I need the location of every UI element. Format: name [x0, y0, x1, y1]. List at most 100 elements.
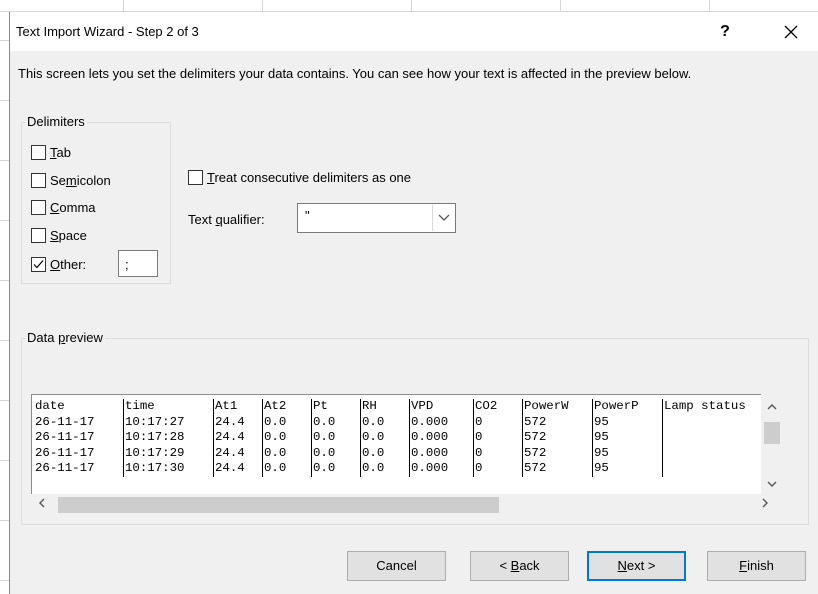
preview-cell: 0.0 — [312, 414, 361, 431]
preview-cell: RH — [361, 399, 410, 415]
horizontal-scroll-thumb[interactable] — [58, 497, 499, 513]
data-preview-label: Data preview — [25, 330, 105, 345]
preview-cell: 0.000 — [410, 430, 474, 446]
preview-cell: 26-11-17 — [34, 461, 124, 477]
checkbox-label: Semicolon — [50, 172, 111, 188]
preview-cell: 95 — [593, 414, 663, 431]
text-qualifier-select[interactable]: " — [297, 203, 456, 233]
preview-row: date time At1 At2 Pt RH VPD CO2 PowerW PowerP Lamp… — [34, 399, 782, 415]
background-gridline — [0, 460, 9, 461]
preview-cell: 95 — [593, 461, 663, 477]
preview-row: 26-11-17 10:17:28 24.4 0.0 0.0 0.0 0.000 0 572 95 — [34, 430, 782, 446]
text-import-wizard-dialog: Text Import Wizard - Step 2 of 3 ? This … — [9, 12, 818, 594]
preview-cell: 0.0 — [312, 430, 361, 446]
tab-checkbox[interactable]: Tab — [31, 143, 71, 161]
background-gridline — [411, 0, 412, 12]
checkmark-icon — [33, 259, 44, 268]
close-icon — [784, 25, 798, 39]
background-gridline — [0, 520, 9, 521]
background-gridline — [0, 40, 9, 41]
preview-cell: PowerW — [523, 399, 593, 415]
preview-horizontal-scrollbar[interactable] — [31, 494, 783, 513]
preview-cell: 572 — [523, 430, 593, 446]
preview-cell: CO2 — [474, 399, 523, 415]
background-gridline — [262, 0, 263, 12]
chevron-right-icon[interactable] — [761, 498, 769, 508]
preview-cell: 0.0 — [361, 461, 410, 477]
preview-cell: 0.000 — [410, 445, 474, 462]
preview-cell: 572 — [523, 414, 593, 431]
finish-button[interactable]: Finish — [707, 551, 806, 581]
preview-cell: date — [34, 399, 124, 415]
preview-cell: At2 — [263, 399, 312, 415]
background-gridline — [123, 0, 124, 12]
preview-cell: 24.4 — [214, 430, 263, 446]
chevron-left-icon[interactable] — [38, 498, 46, 508]
preview-cell: 24.4 — [214, 461, 263, 477]
comma-checkbox[interactable]: Comma — [31, 198, 96, 216]
preview-cell: VPD — [410, 399, 474, 415]
preview-cell: 572 — [523, 445, 593, 462]
preview-cell: 0.0 — [312, 461, 361, 477]
data-preview-table: date time At1 At2 Pt RH VPD CO2 PowerW PowerP Lamp… — [34, 399, 782, 477]
background-gridline — [0, 100, 9, 101]
preview-cell: 10:17:29 — [124, 445, 214, 462]
preview-cell: 0 — [474, 414, 523, 431]
background-gridline — [709, 0, 710, 12]
chevron-down-icon — [438, 214, 450, 221]
preview-cell: 10:17:30 — [124, 461, 214, 477]
checkbox-label: Other: — [50, 256, 87, 272]
preview-cell: 0.0 — [361, 414, 410, 431]
checkbox-box — [31, 172, 46, 188]
preview-cell: 10:17:27 — [124, 414, 214, 431]
semicolon-checkbox[interactable]: Semicolon — [31, 171, 111, 189]
other-delimiter-input[interactable]: ; — [118, 250, 158, 277]
chevron-up-icon[interactable] — [767, 403, 777, 411]
preview-cell: 95 — [593, 430, 663, 446]
checkbox-label: Tab — [50, 144, 71, 160]
space-checkbox[interactable]: Space — [31, 226, 87, 244]
preview-cell: PowerP — [593, 399, 663, 415]
preview-cell: 0.000 — [410, 461, 474, 477]
other-checkbox[interactable]: Other: — [31, 255, 86, 273]
preview-cell: 0 — [474, 445, 523, 462]
preview-cell: 0.0 — [263, 414, 312, 431]
preview-cell: At1 — [214, 399, 263, 415]
back-button[interactable]: < Back — [470, 551, 569, 581]
preview-cell: 10:17:28 — [124, 430, 214, 446]
title-bar: Text Import Wizard - Step 2 of 3 ? — [10, 12, 818, 51]
dialog-description: This screen lets you set the delimiters … — [18, 66, 692, 81]
data-preview-area[interactable]: date time At1 At2 Pt RH VPD CO2 PowerW PowerP Lamp… — [31, 394, 783, 510]
preview-cell: 24.4 — [214, 445, 263, 462]
preview-cell: 24.4 — [214, 414, 263, 431]
close-button[interactable] — [766, 16, 816, 48]
cancel-button[interactable]: Cancel — [347, 551, 446, 581]
treat-consecutive-checkbox[interactable]: Treat consecutive delimiters as one — [188, 168, 411, 186]
checkbox-label: Space — [50, 227, 87, 243]
preview-cell: 572 — [523, 461, 593, 477]
chevron-down-icon[interactable] — [767, 480, 777, 488]
text-qualifier-label: Text qualifier: — [188, 212, 265, 227]
help-button[interactable]: ? — [702, 16, 748, 48]
background-gridline — [560, 0, 561, 12]
background-gridline — [0, 220, 9, 221]
checkbox-box — [31, 199, 46, 215]
next-button[interactable]: Next > — [587, 551, 686, 581]
preview-vertical-scrollbar[interactable] — [761, 394, 783, 494]
vertical-scroll-thumb[interactable] — [764, 422, 780, 444]
preview-cell: Pt — [312, 399, 361, 415]
background-gridline — [0, 340, 9, 341]
preview-cell: 95 — [593, 445, 663, 462]
preview-cell: time — [124, 399, 214, 415]
preview-row: 26-11-17 10:17:30 24.4 0.0 0.0 0.0 0.000 0 572 95 — [34, 461, 782, 477]
background-gridline — [0, 400, 9, 401]
checkbox-box — [188, 169, 203, 185]
preview-cell: 0.0 — [361, 445, 410, 462]
preview-cell: 0.0 — [263, 461, 312, 477]
preview-cell: 0.0 — [263, 430, 312, 446]
preview-cell: 26-11-17 — [34, 414, 124, 431]
dropdown-arrow[interactable] — [432, 205, 454, 231]
preview-cell: 26-11-17 — [34, 430, 124, 446]
preview-cell: 0.000 — [410, 414, 474, 431]
preview-row: 26-11-17 10:17:29 24.4 0.0 0.0 0.0 0.000 0 572 95 — [34, 445, 782, 462]
